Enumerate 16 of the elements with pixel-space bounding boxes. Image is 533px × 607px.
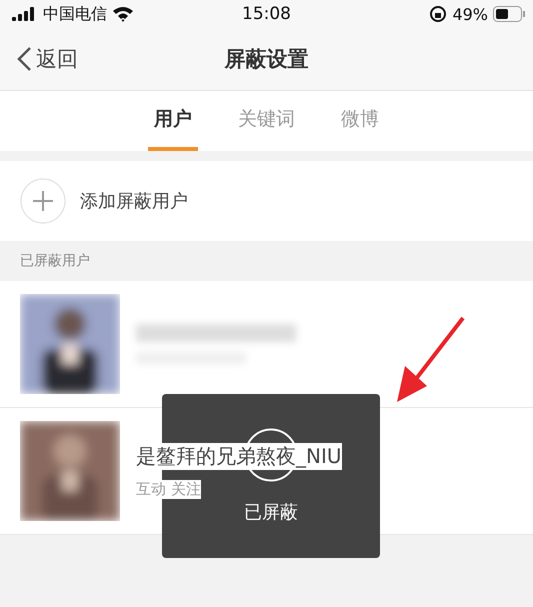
add-blocked-user[interactable]: 添加屏蔽用户: [80, 189, 188, 213]
status-time: 15:08: [242, 4, 291, 24]
battery-percent: 49%: [452, 4, 488, 24]
tab[interactable]: 用户: [148, 91, 198, 151]
toast-message: 已屏蔽: [244, 501, 298, 524]
carrier-name: 中国电信: [43, 4, 107, 24]
page-title: 屏蔽设置: [224, 46, 308, 73]
back-button[interactable]: 返回: [16, 45, 78, 73]
wifi-icon: [112, 6, 134, 22]
rotation-lock-icon: [429, 5, 448, 23]
user-subtitle: 互动 关注: [136, 480, 201, 499]
add-icon[interactable]: [20, 178, 66, 224]
section-header: 已屏蔽用户: [19, 252, 91, 271]
back-chevron-icon[interactable]: [16, 46, 32, 72]
user-name: 是鳌拜的兄弟熬夜_NIU: [136, 443, 342, 470]
battery-icon: [493, 6, 525, 22]
